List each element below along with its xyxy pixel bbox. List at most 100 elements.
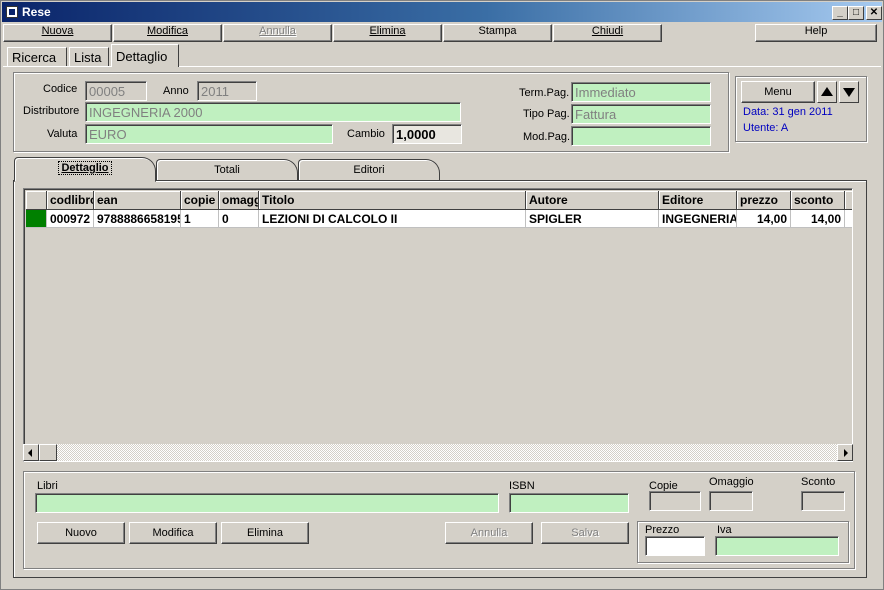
elimina-riga-label: Elimina: [246, 527, 284, 539]
modifica-riga-label: Modifica: [152, 527, 194, 539]
col-header-prezzo[interactable]: prezzo: [737, 191, 791, 210]
col-header-omaggio[interactable]: omaggio: [219, 191, 259, 210]
cell-codlibro[interactable]: 000972: [47, 210, 94, 228]
codice-label: Codice: [43, 83, 78, 95]
anno-field[interactable]: 2011: [197, 81, 257, 101]
col-header-editore[interactable]: Editore: [659, 191, 737, 210]
tipopag-field[interactable]: Fattura: [571, 104, 711, 124]
cell-autore[interactable]: SPIGLER: [526, 210, 659, 228]
scroll-right-icon: [844, 449, 848, 457]
tab-lista-label: Lista: [74, 50, 102, 65]
sconto-label: Sconto: [801, 476, 836, 488]
nuova-button[interactable]: Nuova: [3, 24, 112, 42]
isbn-field[interactable]: [509, 493, 629, 513]
stampa-label: Stampa: [478, 25, 517, 37]
arrow-up-button[interactable]: [817, 81, 837, 103]
menu-button[interactable]: Menu: [741, 81, 815, 103]
cambio-label: Cambio: [347, 128, 385, 140]
cell-copie[interactable]: 1: [181, 210, 219, 228]
valuta-label: Valuta: [47, 128, 78, 140]
col-header-ean[interactable]: ean: [94, 191, 181, 210]
cell-ean[interactable]: 9788886658195: [94, 210, 181, 228]
tab-dettaglio[interactable]: Dettaglio: [111, 44, 179, 67]
scroll-left-button[interactable]: [23, 444, 39, 461]
tab-detail-dettaglio-label: Dettaglio: [58, 161, 112, 175]
modpag-label: Mod.Pag.: [523, 131, 571, 143]
tab-dettaglio-label: Dettaglio: [116, 49, 168, 64]
cambio-field[interactable]: 1,0000: [392, 124, 462, 144]
sconto-field[interactable]: [801, 491, 845, 511]
col-header-autore[interactable]: Autore: [526, 191, 659, 210]
modifica-riga-button[interactable]: Modifica: [129, 522, 217, 544]
arrow-down-icon: [843, 88, 855, 97]
stampa-button[interactable]: Stampa: [443, 24, 552, 42]
tab-totali-label: Totali: [214, 164, 240, 176]
help-button[interactable]: Help: [755, 24, 877, 42]
minimize-icon[interactable]: _: [832, 6, 848, 20]
iva-field[interactable]: [715, 536, 839, 556]
row-indicator[interactable]: [26, 210, 47, 228]
window-title: Rese: [22, 5, 51, 19]
tab-totali[interactable]: Totali: [156, 159, 298, 181]
prezzo-label: Prezzo: [645, 524, 680, 536]
annulla-button[interactable]: Annulla: [223, 24, 332, 42]
codice-field[interactable]: 00005: [85, 81, 147, 101]
modifica-label: Modifica: [147, 25, 188, 37]
cell-omaggio[interactable]: 0: [219, 210, 259, 228]
arrow-down-button[interactable]: [839, 81, 859, 103]
cell-titolo[interactable]: LEZIONI DI CALCOLO II: [259, 210, 526, 228]
elimina-riga-button[interactable]: Elimina: [221, 522, 309, 544]
tab-ricerca[interactable]: Ricerca: [7, 47, 67, 67]
elimina-label: Elimina: [369, 25, 406, 37]
cell-sconto[interactable]: 14,00: [791, 210, 845, 228]
anno-label: Anno: [163, 85, 189, 97]
copie-field[interactable]: [649, 491, 701, 511]
title-bar: Rese _ □ ✕: [2, 2, 882, 22]
termpag-field[interactable]: Immediato: [571, 82, 711, 102]
chiudi-button[interactable]: Chiudi: [553, 24, 662, 42]
scroll-thumb[interactable]: [39, 444, 57, 461]
annulla-label: Annulla: [259, 25, 296, 37]
modpag-field[interactable]: [571, 126, 711, 146]
annulla-riga-button[interactable]: Annulla: [445, 522, 533, 544]
libri-label: Libri: [37, 480, 58, 492]
libri-field[interactable]: [35, 493, 499, 513]
scroll-left-icon: [28, 449, 32, 457]
tab-detail-dettaglio[interactable]: Dettaglio: [14, 157, 156, 182]
maximize-icon[interactable]: □: [848, 6, 864, 20]
salva-label: Salva: [571, 527, 599, 539]
user-info: Utente: A: [743, 122, 789, 134]
valuta-field[interactable]: EURO: [85, 124, 333, 144]
cell-prezzo[interactable]: 14,00: [737, 210, 791, 228]
nuovo-button[interactable]: Nuovo: [37, 522, 125, 544]
isbn-label: ISBN: [509, 480, 535, 492]
tab-editori[interactable]: Editori: [298, 159, 440, 181]
col-header-sconto[interactable]: sconto: [791, 191, 845, 210]
annulla-riga-label: Annulla: [470, 527, 508, 539]
modifica-button[interactable]: Modifica: [113, 24, 222, 42]
tab-editori-label: Editori: [353, 164, 385, 176]
cell-editore[interactable]: INGEGNERIA 2000: [659, 210, 737, 228]
items-grid[interactable]: codlibro ean copie omaggio Titolo Autore…: [23, 188, 853, 462]
col-header-codlibro[interactable]: codlibro: [47, 191, 94, 210]
col-header-titolo[interactable]: Titolo: [259, 191, 526, 210]
scroll-track[interactable]: [57, 444, 837, 461]
tipopag-label: Tipo Pag.: [523, 108, 570, 120]
app-window: Rese _ □ ✕ Nuova Modifica Annulla Elimin…: [0, 0, 884, 590]
tab-lista[interactable]: Lista: [69, 47, 109, 67]
omaggio-label: Omaggio: [709, 476, 754, 488]
scroll-right-button[interactable]: [837, 444, 853, 461]
nuova-label: Nuova: [41, 25, 74, 37]
col-header-filler: [845, 191, 852, 210]
prezzo-field[interactable]: [645, 536, 705, 556]
close-icon[interactable]: ✕: [866, 6, 882, 20]
elimina-button[interactable]: Elimina: [333, 24, 442, 42]
distributore-field[interactable]: INGEGNERIA 2000: [85, 102, 461, 122]
tab-ricerca-label: Ricerca: [12, 50, 57, 65]
date-info: Data: 31 gen 2011: [743, 106, 833, 118]
salva-button[interactable]: Salva: [541, 522, 629, 544]
arrow-up-icon: [821, 87, 833, 96]
omaggio-field[interactable]: [709, 491, 753, 511]
col-header-copie[interactable]: copie: [181, 191, 219, 210]
grid-horizontal-scrollbar[interactable]: [23, 444, 853, 461]
